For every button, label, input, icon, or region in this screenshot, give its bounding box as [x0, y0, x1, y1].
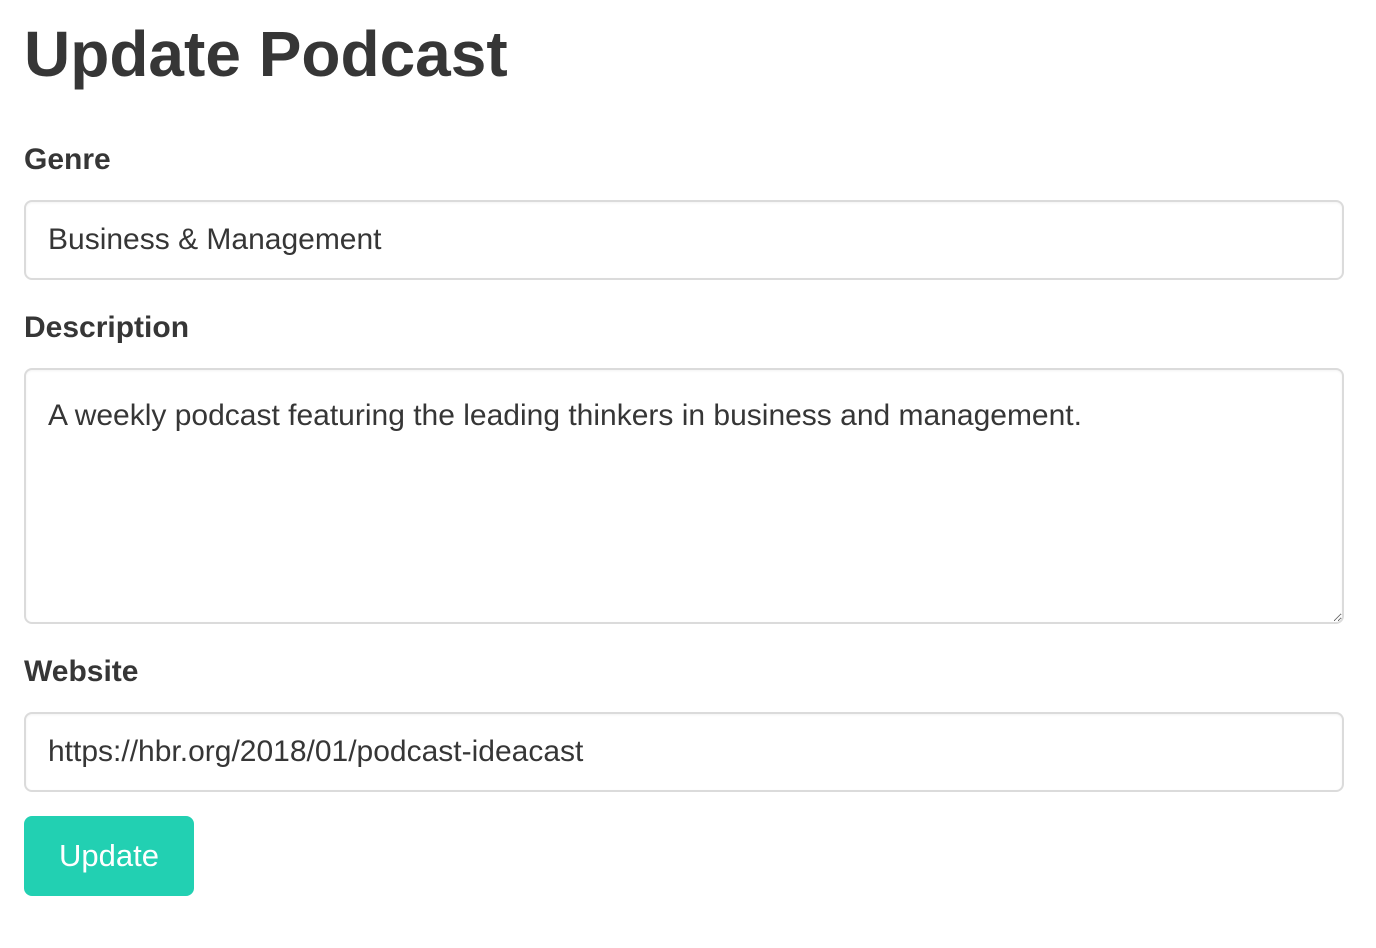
- description-textarea[interactable]: A weekly podcast featuring the leading t…: [24, 368, 1344, 624]
- genre-label: Genre: [24, 143, 111, 176]
- website-label: Website: [24, 655, 139, 688]
- genre-input[interactable]: [24, 200, 1344, 280]
- description-label: Description: [24, 311, 190, 344]
- update-button[interactable]: Update: [24, 816, 194, 896]
- page-title: Update Podcast: [24, 18, 508, 90]
- website-input[interactable]: [24, 712, 1344, 792]
